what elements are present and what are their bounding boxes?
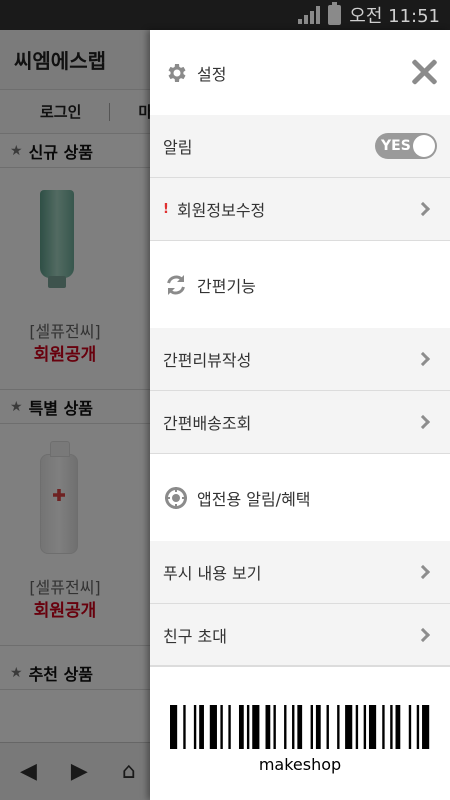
quick-review-row[interactable]: 간편리뷰작성 [150, 328, 450, 391]
app-benefits-header: 앱전용 알림/혜택 [150, 454, 450, 541]
quick-delivery-label: 간편배송조회 [163, 414, 252, 433]
alert-icon: ! [163, 201, 169, 217]
push-view-label: 푸시 내용 보기 [163, 564, 262, 583]
chevron-right-icon [415, 627, 431, 642]
status-bar: 오전 11:51 [0, 0, 450, 30]
invite-friend-label: 친구 초대 [163, 626, 227, 646]
drawer-header: 설정 [150, 30, 450, 115]
chevron-right-icon [415, 351, 431, 367]
target-icon [163, 485, 189, 511]
quick-delivery-row[interactable]: 간편배송조회 [150, 391, 450, 454]
chevron-right-icon [415, 414, 431, 430]
close-icon[interactable] [410, 58, 438, 86]
barcode-label: makeshop [258, 755, 342, 774]
chevron-right-icon [415, 201, 431, 217]
invite-friend-row[interactable]: 친구 초대 [150, 604, 450, 666]
notification-toggle[interactable]: YES [375, 133, 437, 159]
notification-row: 알림 YES [150, 115, 450, 178]
push-view-row[interactable]: 푸시 내용 보기 [150, 541, 450, 604]
settings-drawer: 설정 알림 YES ! 회원정보수정 간편기능 간편리뷰작성 간편배송조회 앱전… [150, 30, 450, 800]
gear-icon [163, 60, 189, 86]
barcode-image [170, 705, 430, 749]
battery-icon [328, 2, 342, 25]
quick-features-title: 간편기능 [197, 276, 256, 296]
quick-review-label: 간편리뷰작성 [163, 351, 252, 370]
chevron-right-icon [415, 564, 431, 580]
app-benefits-title: 앱전용 알림/혜택 [197, 489, 311, 509]
quick-features-header: 간편기능 [150, 241, 450, 328]
toggle-text: YES [381, 138, 411, 154]
notification-label: 알림 [163, 138, 193, 157]
refresh-icon [163, 272, 189, 298]
signal-icon [298, 6, 321, 24]
edit-member-row[interactable]: ! 회원정보수정 [150, 178, 450, 241]
clock: 오전 11:51 [349, 6, 440, 27]
barcode-area: makeshop [150, 666, 450, 800]
edit-member-label: 회원정보수정 [176, 201, 266, 220]
toggle-knob [413, 135, 435, 157]
